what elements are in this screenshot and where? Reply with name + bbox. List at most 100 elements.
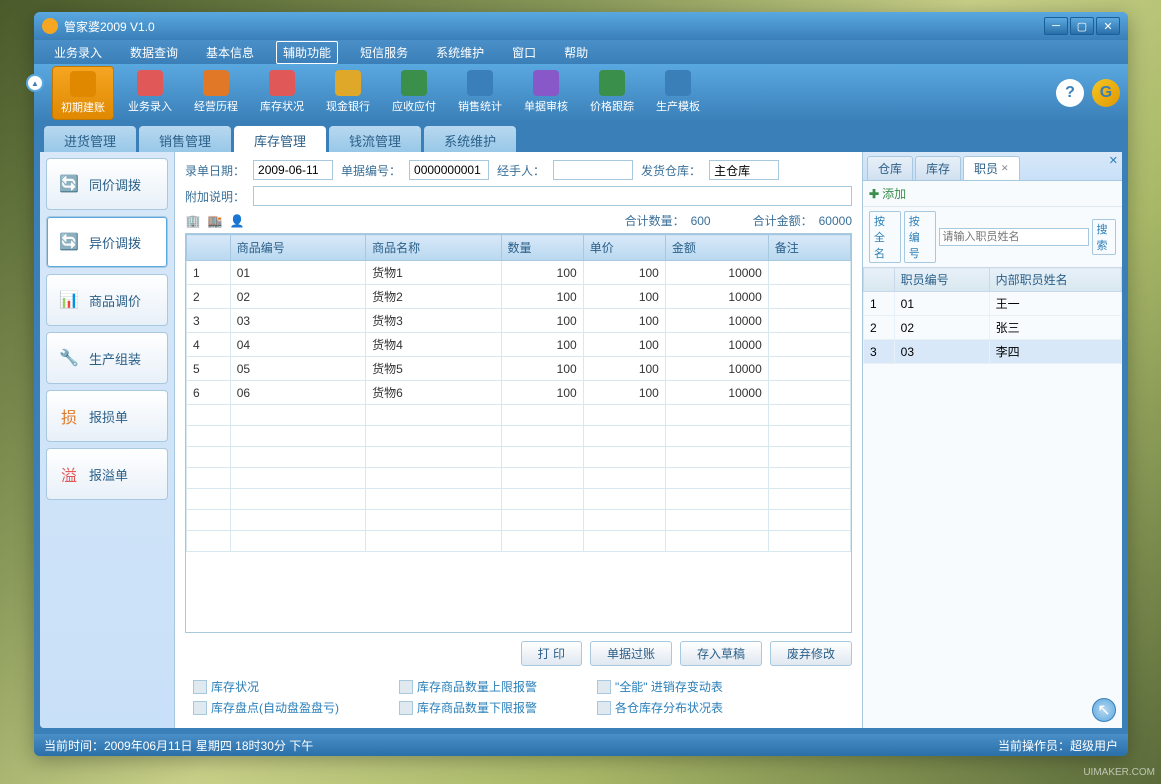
action-button[interactable]: 打 印 xyxy=(521,641,582,666)
person-icon[interactable]: 👤 xyxy=(229,213,245,229)
table-row[interactable] xyxy=(187,405,851,426)
table-row[interactable]: 303货物310010010000 xyxy=(187,309,851,333)
menu-item[interactable]: 业务录入 xyxy=(48,42,108,63)
note-input[interactable] xyxy=(253,186,852,206)
date-input[interactable] xyxy=(253,160,333,180)
footer-link[interactable]: 各仓库存分布状况表 xyxy=(597,699,723,716)
titlebar[interactable]: 管家婆2009 V1.0 ─ ▢ ✕ xyxy=(34,12,1128,40)
column-header[interactable] xyxy=(864,268,895,292)
filter-all-button[interactable]: 按全名 xyxy=(869,211,901,263)
footer-link[interactable]: 库存状况 xyxy=(193,678,339,695)
grid-icon-1[interactable]: 🏢 xyxy=(185,213,201,229)
main-panel: 录单日期： 单据编号： 经手人： 发货仓库： 附加说明： 🏢 🏬 👤 合计数量：… xyxy=(175,152,862,728)
scroll-arrow-icon[interactable]: ↖ xyxy=(1092,698,1116,722)
toolbar-button[interactable]: 单据审核 xyxy=(516,66,576,120)
table-row[interactable]: 202货物210010010000 xyxy=(187,285,851,309)
column-header[interactable]: 金额 xyxy=(665,235,768,261)
sidebar-item[interactable]: 溢报溢单 xyxy=(46,448,168,500)
column-header[interactable]: 商品名称 xyxy=(366,235,501,261)
footer-link[interactable]: "全能" 进销存变动表 xyxy=(597,678,723,695)
minimize-button[interactable]: ─ xyxy=(1044,17,1068,35)
menu-item[interactable]: 短信服务 xyxy=(354,42,414,63)
toolbar-button[interactable]: 生产模板 xyxy=(648,66,708,120)
table-row[interactable] xyxy=(187,489,851,510)
panel-tab[interactable]: 库存 xyxy=(915,156,961,180)
action-button[interactable]: 单据过账 xyxy=(590,641,672,666)
toolbar-icon xyxy=(203,70,229,96)
close-button[interactable]: ✕ xyxy=(1096,17,1120,35)
table-row[interactable] xyxy=(187,426,851,447)
grid-icon-2[interactable]: 🏬 xyxy=(207,213,223,229)
column-header[interactable]: 单价 xyxy=(583,235,665,261)
staff-grid[interactable]: 职员编号内部职员姓名101王一202张三303李四 ↖ xyxy=(863,267,1122,728)
panel-tab[interactable]: 职员 ✕ xyxy=(963,156,1020,180)
filter-code-button[interactable]: 按编号 xyxy=(904,211,936,263)
menu-item[interactable]: 辅助功能 xyxy=(276,41,338,64)
table-row[interactable]: 303李四 xyxy=(864,340,1122,364)
menu-item[interactable]: 系统维护 xyxy=(430,42,490,63)
search-input[interactable] xyxy=(939,228,1089,246)
toolbar-button[interactable]: 现金银行 xyxy=(318,66,378,120)
collapse-toolbar-icon[interactable]: ▲ xyxy=(26,74,44,92)
main-tab[interactable]: 销售管理 xyxy=(139,126,231,152)
column-header[interactable]: 备注 xyxy=(768,235,850,261)
main-tab[interactable]: 钱流管理 xyxy=(329,126,421,152)
link-icon xyxy=(597,680,611,694)
toolbar-icon xyxy=(269,70,295,96)
sidebar-item[interactable]: 🔄同价调拨 xyxy=(46,158,168,210)
column-header[interactable]: 职员编号 xyxy=(894,268,989,292)
warehouse-input[interactable] xyxy=(709,160,779,180)
toolbar-button[interactable]: 价格跟踪 xyxy=(582,66,642,120)
column-header[interactable]: 商品编号 xyxy=(230,235,365,261)
table-row[interactable]: 404货物410010010000 xyxy=(187,333,851,357)
sidebar-item[interactable]: 损报损单 xyxy=(46,390,168,442)
sidebar-item[interactable]: 🔄异价调拨 xyxy=(46,216,168,268)
footer-link[interactable]: 库存盘点(自动盘盈盘亏) xyxy=(193,699,339,716)
menu-item[interactable]: 数据查询 xyxy=(124,42,184,63)
tab-close-icon[interactable]: ✕ xyxy=(1001,163,1009,174)
action-button[interactable]: 废弃修改 xyxy=(770,641,852,666)
column-header[interactable]: 数量 xyxy=(501,235,583,261)
action-button[interactable]: 存入草稿 xyxy=(680,641,762,666)
table-row[interactable]: 101货物110010010000 xyxy=(187,261,851,285)
column-header[interactable]: 内部职员姓名 xyxy=(989,268,1121,292)
doc-no-input[interactable] xyxy=(409,160,489,180)
toolbar-button[interactable]: 库存状况 xyxy=(252,66,312,120)
toolbar-button[interactable]: 业务录入 xyxy=(120,66,180,120)
panel-tab[interactable]: 仓库 xyxy=(867,156,913,180)
table-row[interactable] xyxy=(187,447,851,468)
sidebar-icon: 📊 xyxy=(59,290,79,310)
main-tab[interactable]: 系统维护 xyxy=(424,126,516,152)
sidebar-item[interactable]: 📊商品调价 xyxy=(46,274,168,326)
menu-item[interactable]: 基本信息 xyxy=(200,42,260,63)
main-tab[interactable]: 进货管理 xyxy=(44,126,136,152)
panel-close-icon[interactable]: ✕ xyxy=(1109,154,1118,167)
toolbar-button[interactable]: 销售统计 xyxy=(450,66,510,120)
data-grid[interactable]: 商品编号商品名称数量单价金额备注 101货物110010010000202货物2… xyxy=(185,233,852,633)
help-icon[interactable]: ? xyxy=(1056,79,1084,107)
search-button[interactable]: 搜索 xyxy=(1092,219,1117,255)
add-button[interactable]: ✚添加 xyxy=(869,185,906,202)
column-header[interactable] xyxy=(187,235,231,261)
table-row[interactable]: 101王一 xyxy=(864,292,1122,316)
toolbar-button[interactable]: 经营历程 xyxy=(186,66,246,120)
sidebar-item[interactable]: 🔧生产组装 xyxy=(46,332,168,384)
footer-link[interactable]: 库存商品数量下限报警 xyxy=(399,699,537,716)
table-row[interactable]: 606货物610010010000 xyxy=(187,381,851,405)
menu-item[interactable]: 窗口 xyxy=(506,42,542,63)
table-row[interactable] xyxy=(187,510,851,531)
table-row[interactable] xyxy=(187,468,851,489)
app-title: 管家婆2009 V1.0 xyxy=(64,18,155,35)
toolbar-button[interactable]: 初期建账 xyxy=(52,66,114,120)
toolbar-button[interactable]: 应收应付 xyxy=(384,66,444,120)
menu-item[interactable]: 帮助 xyxy=(558,42,594,63)
maximize-button[interactable]: ▢ xyxy=(1070,17,1094,35)
footer-link[interactable]: 库存商品数量上限报警 xyxy=(399,678,537,695)
toolbar-icon xyxy=(335,70,361,96)
table-row[interactable] xyxy=(187,531,851,552)
table-row[interactable]: 202张三 xyxy=(864,316,1122,340)
toolbar-icon xyxy=(401,70,427,96)
table-row[interactable]: 505货物510010010000 xyxy=(187,357,851,381)
handler-input[interactable] xyxy=(553,160,633,180)
main-tab[interactable]: 库存管理 xyxy=(234,126,326,152)
